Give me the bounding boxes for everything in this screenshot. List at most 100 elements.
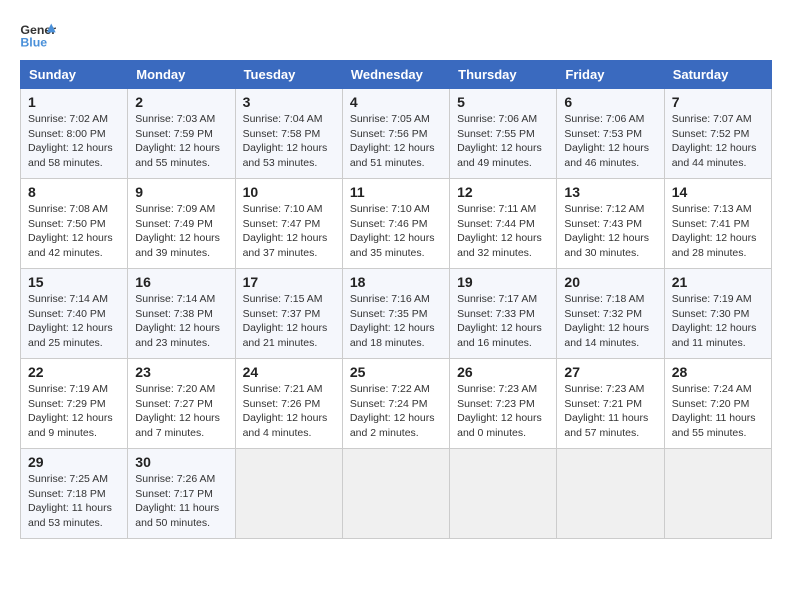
calendar-cell: 28Sunrise: 7:24 AM Sunset: 7:20 PM Dayli…	[664, 359, 771, 449]
day-number: 10	[243, 184, 335, 200]
calendar-header-wednesday: Wednesday	[342, 61, 449, 89]
day-info: Sunrise: 7:21 AM Sunset: 7:26 PM Dayligh…	[243, 382, 335, 441]
day-info: Sunrise: 7:10 AM Sunset: 7:47 PM Dayligh…	[243, 202, 335, 261]
day-info: Sunrise: 7:19 AM Sunset: 7:30 PM Dayligh…	[672, 292, 764, 351]
calendar-cell: 3 Sunrise: 7:04 AM Sunset: 7:58 PM Daylig…	[235, 89, 342, 179]
calendar-cell: 15 Sunrise: 7:14 AM Sunset: 7:40 PM Dayli…	[21, 269, 128, 359]
calendar-week-2: 8 Sunrise: 7:08 AM Sunset: 7:50 PM Daylig…	[21, 179, 772, 269]
calendar-header-friday: Friday	[557, 61, 664, 89]
day-number: 21	[672, 274, 764, 290]
day-number: 14	[672, 184, 764, 200]
day-info: Sunrise: 7:04 AM Sunset: 7:58 PM Dayligh…	[243, 112, 335, 171]
calendar-cell: 22 Sunrise: 7:19 AM Sunset: 7:29 PM Dayli…	[21, 359, 128, 449]
day-number: 22	[28, 364, 120, 380]
day-info: Sunrise: 7:20 AM Sunset: 7:27 PM Dayligh…	[135, 382, 227, 441]
calendar-cell: 26 Sunrise: 7:23 AM Sunset: 7:23 PM Dayli…	[450, 359, 557, 449]
calendar-cell: 23 Sunrise: 7:20 AM Sunset: 7:27 PM Dayli…	[128, 359, 235, 449]
calendar-cell: 13 Sunrise: 7:12 AM Sunset: 7:43 PM Dayli…	[557, 179, 664, 269]
svg-text:Blue: Blue	[20, 35, 47, 49]
day-info: Sunrise: 7:22 AM Sunset: 7:24 PM Dayligh…	[350, 382, 442, 441]
calendar-header-tuesday: Tuesday	[235, 61, 342, 89]
calendar-cell: 17 Sunrise: 7:15 AM Sunset: 7:37 PM Dayli…	[235, 269, 342, 359]
day-number: 12	[457, 184, 549, 200]
calendar-cell: 4Sunrise: 7:05 AM Sunset: 7:56 PM Daylig…	[342, 89, 449, 179]
calendar-cell: 8 Sunrise: 7:08 AM Sunset: 7:50 PM Daylig…	[21, 179, 128, 269]
day-info: Sunrise: 7:19 AM Sunset: 7:29 PM Dayligh…	[28, 382, 120, 441]
day-number: 3	[243, 94, 335, 110]
day-number: 15	[28, 274, 120, 290]
calendar-cell: 2Sunrise: 7:03 AM Sunset: 7:59 PM Daylig…	[128, 89, 235, 179]
day-number: 6	[564, 94, 656, 110]
calendar-body: 1Sunrise: 7:02 AM Sunset: 8:00 PM Daylig…	[21, 89, 772, 539]
calendar-cell: 14 Sunrise: 7:13 AM Sunset: 7:41 PM Dayli…	[664, 179, 771, 269]
calendar-table: SundayMondayTuesdayWednesdayThursdayFrid…	[20, 60, 772, 539]
day-info: Sunrise: 7:23 AM Sunset: 7:23 PM Dayligh…	[457, 382, 549, 441]
calendar-cell: 6Sunrise: 7:06 AM Sunset: 7:53 PM Daylig…	[557, 89, 664, 179]
day-info: Sunrise: 7:05 AM Sunset: 7:56 PM Dayligh…	[350, 112, 442, 171]
calendar-cell: 25 Sunrise: 7:22 AM Sunset: 7:24 PM Dayli…	[342, 359, 449, 449]
day-number: 19	[457, 274, 549, 290]
logo-icon: General Blue	[20, 20, 56, 50]
calendar-header: SundayMondayTuesdayWednesdayThursdayFrid…	[21, 61, 772, 89]
day-info: Sunrise: 7:17 AM Sunset: 7:33 PM Dayligh…	[457, 292, 549, 351]
calendar-cell: 16 Sunrise: 7:14 AM Sunset: 7:38 PM Dayli…	[128, 269, 235, 359]
day-number: 8	[28, 184, 120, 200]
day-number: 9	[135, 184, 227, 200]
calendar-cell: 18 Sunrise: 7:16 AM Sunset: 7:35 PM Dayli…	[342, 269, 449, 359]
day-number: 17	[243, 274, 335, 290]
day-info: Sunrise: 7:13 AM Sunset: 7:41 PM Dayligh…	[672, 202, 764, 261]
calendar-cell: 27 Sunrise: 7:23 AM Sunset: 7:21 PM Dayli…	[557, 359, 664, 449]
calendar-cell: 11 Sunrise: 7:10 AM Sunset: 7:46 PM Dayli…	[342, 179, 449, 269]
calendar-cell: 19 Sunrise: 7:17 AM Sunset: 7:33 PM Dayli…	[450, 269, 557, 359]
day-info: Sunrise: 7:12 AM Sunset: 7:43 PM Dayligh…	[564, 202, 656, 261]
calendar-cell: 5Sunrise: 7:06 AM Sunset: 7:55 PM Daylig…	[450, 89, 557, 179]
calendar-header-saturday: Saturday	[664, 61, 771, 89]
day-info: Sunrise: 7:02 AM Sunset: 8:00 PM Dayligh…	[28, 112, 120, 171]
day-number: 25	[350, 364, 442, 380]
day-info: Sunrise: 7:10 AM Sunset: 7:46 PM Dayligh…	[350, 202, 442, 261]
day-info: Sunrise: 7:16 AM Sunset: 7:35 PM Dayligh…	[350, 292, 442, 351]
day-number: 27	[564, 364, 656, 380]
calendar-header-thursday: Thursday	[450, 61, 557, 89]
page-header: General Blue	[20, 20, 772, 50]
day-info: Sunrise: 7:26 AM Sunset: 7:17 PM Dayligh…	[135, 472, 227, 531]
day-number: 11	[350, 184, 442, 200]
calendar-week-5: 29Sunrise: 7:25 AM Sunset: 7:18 PM Dayli…	[21, 449, 772, 539]
calendar-cell: 1Sunrise: 7:02 AM Sunset: 8:00 PM Daylig…	[21, 89, 128, 179]
day-number: 26	[457, 364, 549, 380]
calendar-header-monday: Monday	[128, 61, 235, 89]
day-info: Sunrise: 7:15 AM Sunset: 7:37 PM Dayligh…	[243, 292, 335, 351]
calendar-cell: 9 Sunrise: 7:09 AM Sunset: 7:49 PM Daylig…	[128, 179, 235, 269]
day-number: 2	[135, 94, 227, 110]
calendar-cell: 29Sunrise: 7:25 AM Sunset: 7:18 PM Dayli…	[21, 449, 128, 539]
day-number: 24	[243, 364, 335, 380]
day-info: Sunrise: 7:09 AM Sunset: 7:49 PM Dayligh…	[135, 202, 227, 261]
day-number: 30	[135, 454, 227, 470]
calendar-week-4: 22 Sunrise: 7:19 AM Sunset: 7:29 PM Dayli…	[21, 359, 772, 449]
day-number: 18	[350, 274, 442, 290]
day-number: 29	[28, 454, 120, 470]
day-number: 23	[135, 364, 227, 380]
day-number: 7	[672, 94, 764, 110]
calendar-week-1: 1Sunrise: 7:02 AM Sunset: 8:00 PM Daylig…	[21, 89, 772, 179]
day-info: Sunrise: 7:11 AM Sunset: 7:44 PM Dayligh…	[457, 202, 549, 261]
day-number: 13	[564, 184, 656, 200]
calendar-cell	[450, 449, 557, 539]
calendar-cell	[235, 449, 342, 539]
calendar-cell: 7 Sunrise: 7:07 AM Sunset: 7:52 PM Daylig…	[664, 89, 771, 179]
day-info: Sunrise: 7:08 AM Sunset: 7:50 PM Dayligh…	[28, 202, 120, 261]
day-info: Sunrise: 7:18 AM Sunset: 7:32 PM Dayligh…	[564, 292, 656, 351]
calendar-week-3: 15 Sunrise: 7:14 AM Sunset: 7:40 PM Dayli…	[21, 269, 772, 359]
calendar-cell	[557, 449, 664, 539]
calendar-cell: 24 Sunrise: 7:21 AM Sunset: 7:26 PM Dayli…	[235, 359, 342, 449]
day-info: Sunrise: 7:14 AM Sunset: 7:40 PM Dayligh…	[28, 292, 120, 351]
day-info: Sunrise: 7:07 AM Sunset: 7:52 PM Dayligh…	[672, 112, 764, 171]
calendar-cell	[664, 449, 771, 539]
day-info: Sunrise: 7:14 AM Sunset: 7:38 PM Dayligh…	[135, 292, 227, 351]
calendar-cell: 20Sunrise: 7:18 AM Sunset: 7:32 PM Dayli…	[557, 269, 664, 359]
calendar-cell	[342, 449, 449, 539]
calendar-cell: 10 Sunrise: 7:10 AM Sunset: 7:47 PM Dayli…	[235, 179, 342, 269]
day-info: Sunrise: 7:23 AM Sunset: 7:21 PM Dayligh…	[564, 382, 656, 441]
calendar-cell: 21 Sunrise: 7:19 AM Sunset: 7:30 PM Dayli…	[664, 269, 771, 359]
day-number: 16	[135, 274, 227, 290]
